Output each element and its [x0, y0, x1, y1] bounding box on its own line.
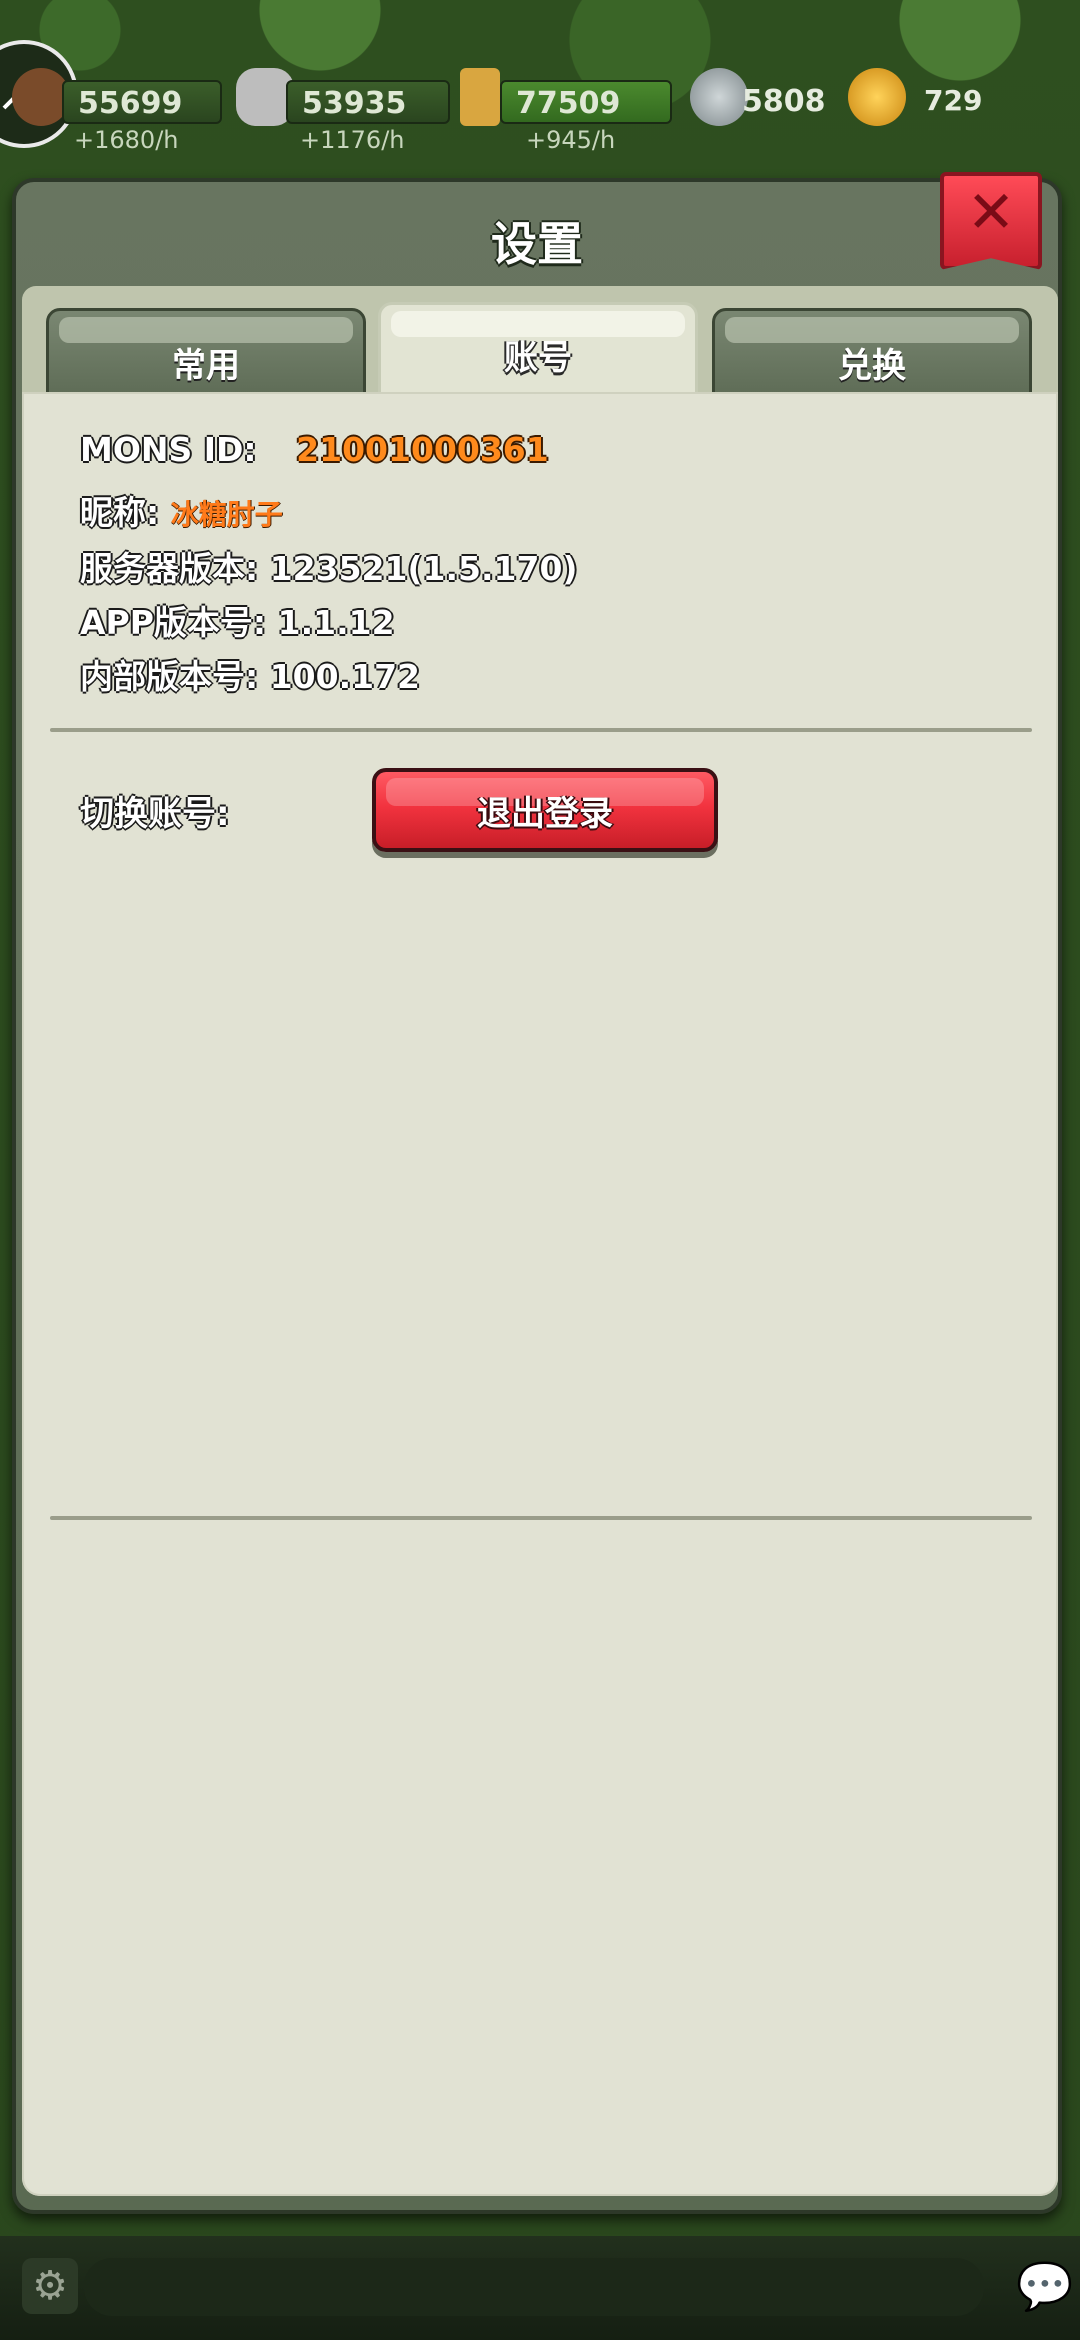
mons-id-row: MONS ID: 21001000361	[80, 430, 549, 469]
resource-bar: 55699 +1680/h 53935 +1176/h 77509 +945/h…	[0, 60, 1080, 160]
app-version-label: APP版本号:	[80, 603, 267, 642]
mons-id-label: MONS ID:	[80, 430, 257, 469]
internal-version-value: 100.172	[269, 657, 421, 696]
switch-account-label: 切换账号:	[80, 794, 230, 834]
logout-button[interactable]: 退出登录	[372, 768, 718, 852]
silver-coin-icon	[690, 68, 748, 126]
internal-version-row: 内部版本号: 100.172	[80, 650, 420, 698]
server-version-row: 服务器版本: 123521(1.5.170)	[80, 542, 578, 590]
wood-amount: 55699	[62, 80, 222, 124]
tab-account[interactable]: 账号	[378, 302, 698, 398]
close-button[interactable]: ✕	[940, 172, 1042, 270]
bottom-bar: ⚙ 💬	[0, 2236, 1080, 2340]
logout-button-label: 退出登录	[477, 793, 613, 834]
wood-rate: +1680/h	[74, 126, 179, 154]
wheat-rate: +945/h	[526, 126, 616, 154]
nickname-value: 冰糖肘子	[170, 498, 283, 531]
silver-amount: 5808	[742, 84, 826, 119]
wheat-amount: 77509	[500, 80, 672, 124]
tab-general[interactable]: 常用	[46, 308, 366, 396]
tab-redeem[interactable]: 兑换	[712, 308, 1032, 396]
nickname-label: 昵称:	[80, 493, 160, 532]
stone-rate: +1176/h	[300, 126, 405, 154]
tab-label: 常用	[172, 345, 240, 386]
chat-icon[interactable]: 💬	[1014, 2258, 1076, 2314]
chat-input[interactable]	[84, 2258, 984, 2316]
nickname-row: 昵称: 冰糖肘子	[80, 486, 283, 534]
internal-version-label: 内部版本号:	[80, 657, 259, 696]
settings-icon[interactable]: ⚙	[22, 2258, 78, 2314]
divider-bottom	[50, 1516, 1032, 1520]
tab-label: 兑换	[838, 345, 906, 386]
tab-label: 账号	[504, 337, 572, 378]
wheat-icon	[460, 68, 500, 126]
modal-title: 设置	[491, 217, 583, 271]
gold-amount: 729	[924, 84, 983, 117]
close-icon: ✕	[966, 178, 1016, 246]
divider-top	[50, 728, 1032, 732]
app-version-value: 1.1.12	[277, 603, 395, 642]
app-version-row: APP版本号: 1.1.12	[80, 596, 395, 644]
gold-coin-icon	[848, 68, 906, 126]
stone-amount: 53935	[286, 80, 450, 124]
mons-id-value: 21001000361	[296, 430, 549, 469]
server-version-value: 123521(1.5.170)	[269, 549, 578, 588]
server-version-label: 服务器版本:	[80, 549, 259, 588]
